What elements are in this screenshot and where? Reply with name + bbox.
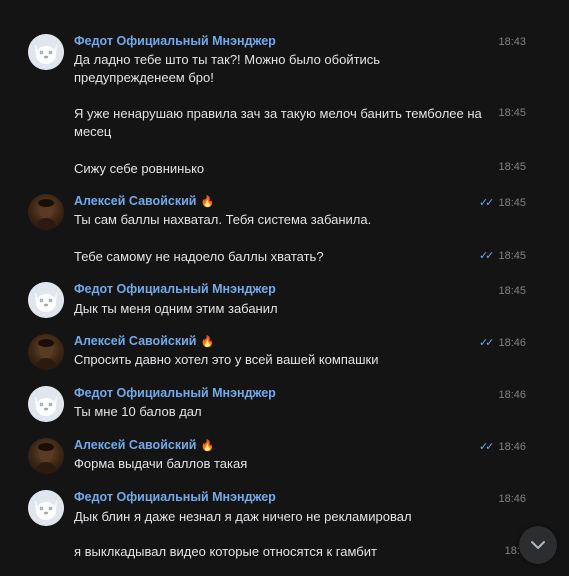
message-time: 18:45 (498, 285, 526, 297)
message-text: я выклкадывал видео которые относятся к … (74, 544, 377, 559)
fire-badge-icon: 🔥 (200, 196, 215, 208)
message-text: Ты сам баллы нахватал. Тебя система заба… (74, 212, 372, 227)
time-value: 18:46 (498, 441, 526, 453)
time-value: 18:45 (498, 197, 526, 209)
message-time: 18:45 (498, 161, 526, 173)
dog-avatar-icon (28, 386, 64, 422)
message-text: Сижу себе ровнинько (74, 161, 205, 176)
author-name[interactable]: Алексей Савойский (74, 334, 196, 348)
message-text: Ты мне 10 балов дал (74, 404, 202, 419)
fire-badge-icon: 🔥 (200, 336, 215, 348)
person-avatar-icon (34, 199, 58, 230)
user-avatar[interactable] (28, 334, 64, 370)
message-time: 18:46 (498, 493, 526, 505)
scroll-down-button[interactable] (519, 526, 557, 564)
message-text: Дык блин я даже незнал я даж ничего не р… (74, 509, 412, 524)
message-time: 18:43 (498, 36, 526, 48)
message-author[interactable]: Алексей Савойский 🔥 (74, 334, 214, 350)
message-author[interactable]: Федот Официальный Мнэнджер (74, 34, 276, 49)
message-author[interactable]: Федот Официальный Мнэнджер (74, 490, 276, 505)
time-value: 18:45 (498, 250, 526, 262)
message-time: ✓✓ 18:45 (479, 196, 526, 210)
author-name[interactable]: Алексей Савойский (74, 438, 196, 452)
bot-avatar[interactable] (28, 386, 64, 422)
message-text: Дык ты меня одним этим забанил (74, 301, 278, 316)
message-author[interactable]: Федот Официальный Мнэнджер (74, 386, 276, 401)
message-text: Я уже ненарушаю правила зач за такую мел… (74, 106, 482, 139)
message-time: ✓✓ 18:46 (479, 440, 526, 454)
bot-avatar[interactable] (28, 282, 64, 318)
message-author[interactable]: Федот Официальный Мнэнджер (74, 282, 276, 297)
user-avatar[interactable] (28, 438, 64, 474)
person-avatar-icon (34, 443, 58, 474)
message-author[interactable]: Алексей Савойский 🔥 (74, 438, 214, 454)
read-check-icon: ✓✓ (478, 441, 495, 453)
dog-avatar-icon (28, 34, 64, 70)
message-time: 18:46 (498, 389, 526, 401)
message-text: Да ладно тебе што ты так?! Можно было об… (74, 52, 381, 85)
dog-avatar-icon (28, 282, 64, 318)
author-name[interactable]: Алексей Савойский (74, 194, 196, 208)
message-text: Тебе самому не надоело баллы хватать? (74, 249, 324, 264)
time-value: 18:46 (498, 337, 526, 349)
read-check-icon: ✓✓ (478, 197, 495, 209)
dog-avatar-icon (28, 490, 64, 526)
message-time: ✓✓ 18:46 (479, 336, 526, 350)
bot-avatar[interactable] (28, 34, 64, 70)
fire-badge-icon: 🔥 (200, 440, 215, 452)
user-avatar[interactable] (28, 194, 64, 230)
message-text: Спросить давно хотел это у всей вашей ко… (74, 352, 379, 367)
message-text: Форма выдачи баллов такая (74, 456, 248, 471)
chat-history: Федот Официальный Мнэнджер 18:43 Да ладн… (0, 0, 569, 576)
person-avatar-icon (34, 339, 58, 370)
bot-avatar[interactable] (28, 490, 64, 526)
message-author[interactable]: Алексей Савойский 🔥 (74, 194, 214, 210)
chevron-down-icon (531, 541, 545, 549)
read-check-icon: ✓✓ (478, 337, 495, 349)
message-time: 18:45 (498, 107, 526, 119)
